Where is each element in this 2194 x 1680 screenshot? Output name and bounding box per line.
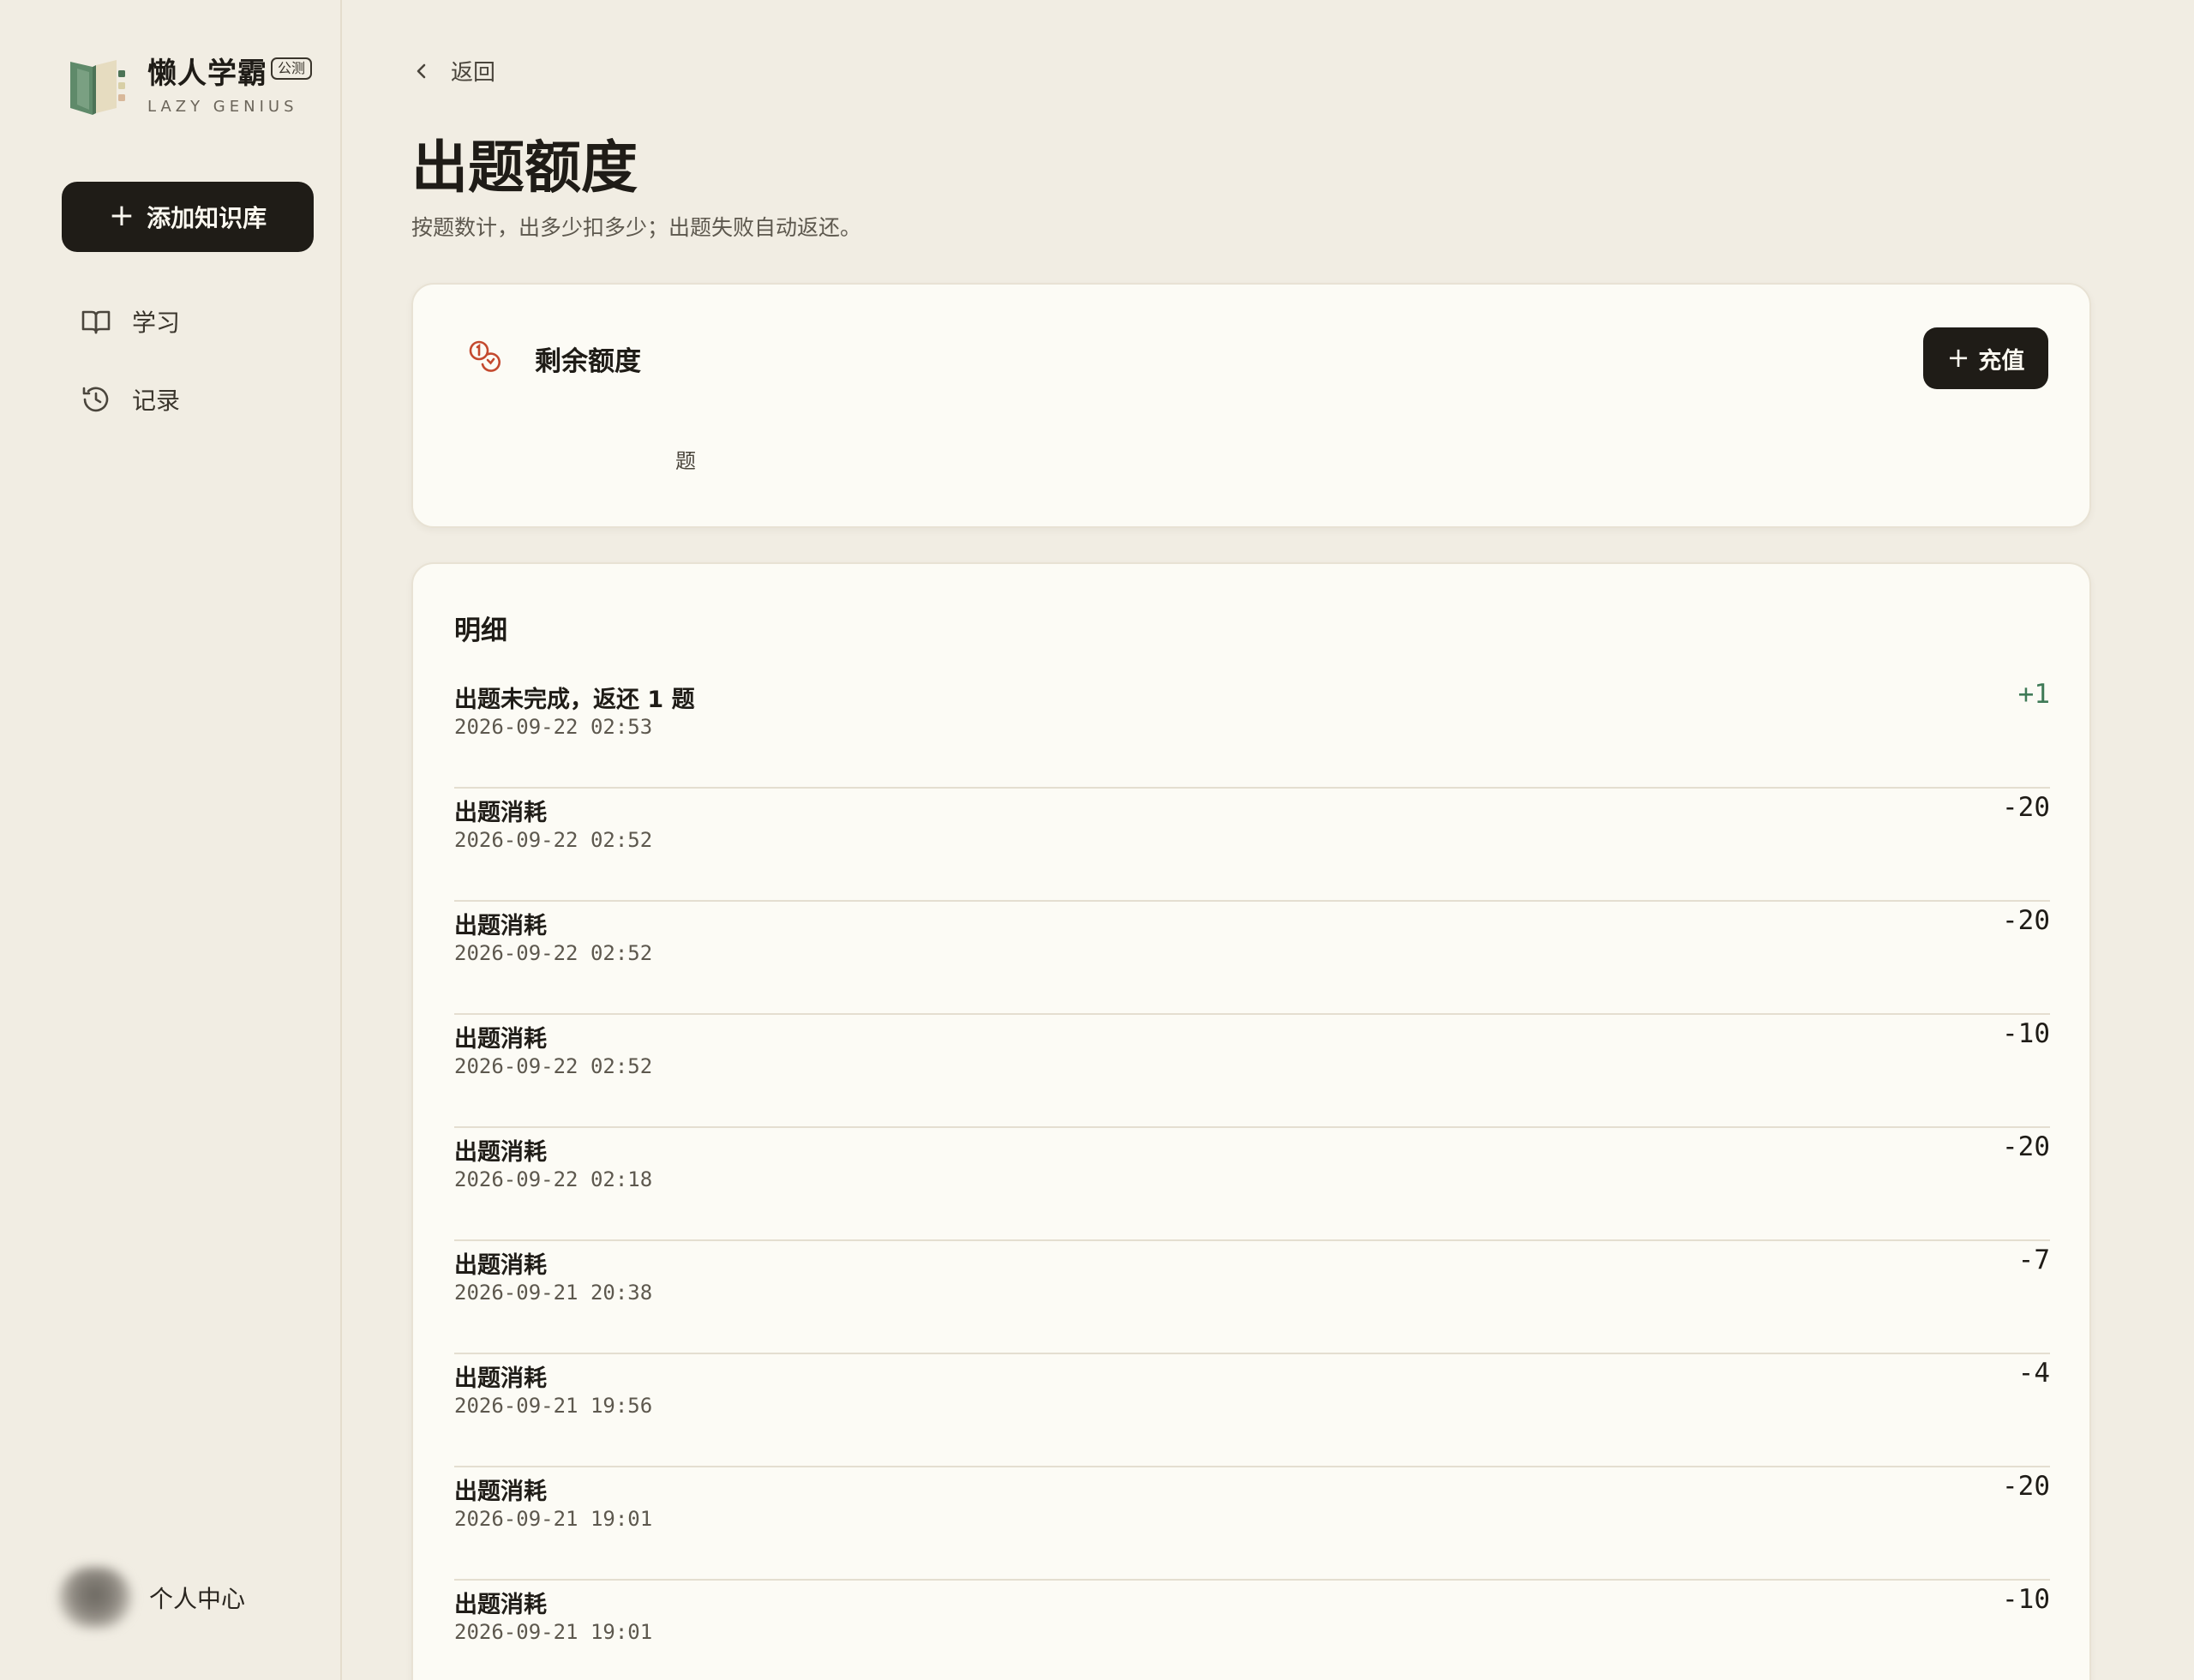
transaction-balance bbox=[1968, 1510, 2050, 1536]
detail-title: 明细 bbox=[454, 615, 507, 646]
book-icon bbox=[81, 310, 111, 334]
transaction-time: 2026-09-21 19:01 bbox=[454, 1620, 653, 1644]
transaction-amount: -20 bbox=[2002, 792, 2050, 823]
remaining-quota-card: 剩余额度 + 充值 题 bbox=[411, 283, 2091, 528]
transaction-title: 出题消耗 bbox=[454, 1026, 547, 1053]
transaction-title: 出题消耗 bbox=[454, 913, 547, 939]
transaction-amount: -4 bbox=[2017, 1358, 2050, 1389]
transaction-amount: -10 bbox=[2002, 1018, 2050, 1049]
transaction-amount: -10 bbox=[2002, 1584, 2050, 1615]
book-logo-icon bbox=[70, 60, 125, 115]
avatar bbox=[58, 1567, 132, 1629]
sidebar-item-label: 记录 bbox=[132, 387, 181, 415]
sidebar-item-records[interactable]: 记录 bbox=[81, 378, 180, 421]
transaction-title: 出题消耗 bbox=[454, 1139, 547, 1166]
transaction-row: 出题消耗 2026-09-21 20:38 -7 bbox=[454, 1241, 2050, 1354]
transaction-amount: -20 bbox=[2002, 1131, 2050, 1162]
transaction-row: 出题未完成，返还 1 题 2026-09-22 02:53 +1 bbox=[454, 675, 2050, 789]
quota-value bbox=[451, 413, 656, 490]
sidebar-item-label: 学习 bbox=[132, 309, 181, 337]
detail-card: 明细 出题未完成，返还 1 题 2026-09-22 02:53 +1 出题消耗… bbox=[411, 562, 2091, 1680]
transaction-time: 2026-09-22 02:52 bbox=[454, 828, 653, 852]
transaction-amount: -20 bbox=[2002, 905, 2050, 936]
transaction-time: 2026-09-21 19:01 bbox=[454, 1507, 653, 1531]
transaction-title: 出题消耗 bbox=[454, 1365, 547, 1392]
sidebar-item-study[interactable]: 学习 bbox=[81, 300, 180, 343]
transaction-row: 出题消耗 2026-09-22 02:52 -10 bbox=[454, 1015, 2050, 1128]
history-icon bbox=[82, 387, 109, 412]
transaction-balance bbox=[1968, 831, 2050, 857]
transaction-time: 2026-09-22 02:18 bbox=[454, 1167, 653, 1191]
transaction-time: 2026-09-21 20:38 bbox=[454, 1281, 653, 1305]
transaction-balance bbox=[1968, 1284, 2050, 1310]
transaction-amount: -20 bbox=[2002, 1471, 2050, 1502]
transaction-amount: +1 bbox=[2017, 679, 2050, 710]
transaction-title: 出题消耗 bbox=[454, 1479, 547, 1505]
profile-link[interactable]: 个人中心 bbox=[58, 1563, 245, 1632]
transaction-row: 出题消耗 2026-09-21 19:01 -10 bbox=[454, 1581, 2050, 1680]
profile-label: 个人中心 bbox=[149, 1585, 246, 1613]
transaction-row: 出题消耗 2026-09-22 02:18 -20 bbox=[454, 1128, 2050, 1241]
transaction-balance bbox=[1968, 718, 2050, 744]
back-label: 返回 bbox=[451, 60, 496, 86]
transaction-title: 出题消耗 bbox=[454, 800, 547, 826]
chevron-left-icon bbox=[417, 63, 426, 78]
coins-icon bbox=[469, 340, 501, 372]
sidebar: 懒人学霸 公测 LAZY GENIUS + 添加知识库 学习 记录 个人中心 bbox=[0, 0, 342, 1680]
page-subtitle: 按题数计，出多少扣多少；出题失败自动返还。 bbox=[411, 215, 862, 240]
brand-name: 懒人学霸 bbox=[147, 57, 267, 91]
plus-icon: + bbox=[1946, 340, 1970, 374]
transaction-amount: -7 bbox=[2017, 1245, 2050, 1275]
transaction-balance bbox=[1968, 1058, 2050, 1083]
beta-badge: 公测 bbox=[271, 57, 313, 80]
transaction-time: 2026-09-22 02:52 bbox=[454, 1054, 653, 1078]
transaction-row: 出题消耗 2026-09-22 02:52 -20 bbox=[454, 902, 2050, 1015]
transaction-title: 出题消耗 bbox=[454, 1252, 547, 1279]
add-knowledge-base-button[interactable]: + 添加知识库 bbox=[62, 182, 314, 252]
transaction-time: 2026-09-21 19:56 bbox=[454, 1394, 653, 1418]
transaction-time: 2026-09-22 02:53 bbox=[454, 715, 653, 739]
transaction-balance bbox=[1968, 945, 2050, 970]
transaction-balance bbox=[1968, 1623, 2050, 1649]
brand-subtitle: LAZY GENIUS bbox=[147, 98, 298, 116]
recharge-label: 充值 bbox=[1978, 347, 2025, 375]
back-button[interactable]: 返回 bbox=[411, 55, 495, 87]
transaction-row: 出题消耗 2026-09-22 02:52 -20 bbox=[454, 789, 2050, 902]
recharge-button[interactable]: + 充值 bbox=[1923, 327, 2048, 389]
transaction-row: 出题消耗 2026-09-21 19:01 -20 bbox=[454, 1467, 2050, 1581]
transaction-list: 出题未完成，返还 1 题 2026-09-22 02:53 +1 出题消耗 20… bbox=[454, 675, 2050, 1680]
transaction-title: 出题消耗 bbox=[454, 1592, 547, 1618]
quota-title: 剩余额度 bbox=[535, 346, 641, 377]
page-title: 出题额度 bbox=[411, 135, 638, 201]
transaction-time: 2026-09-22 02:52 bbox=[454, 941, 653, 965]
plus-icon: + bbox=[108, 197, 135, 233]
add-knowledge-base-label: 添加知识库 bbox=[147, 204, 267, 232]
brand[interactable]: 懒人学霸 公测 LAZY GENIUS bbox=[67, 50, 324, 127]
transaction-balance bbox=[1968, 1397, 2050, 1423]
transaction-balance bbox=[1968, 1171, 2050, 1197]
transaction-row: 出题消耗 2026-09-21 19:56 -4 bbox=[454, 1354, 2050, 1467]
quota-unit: 题 bbox=[675, 449, 696, 473]
transaction-title: 出题未完成，返还 1 题 bbox=[454, 687, 695, 713]
